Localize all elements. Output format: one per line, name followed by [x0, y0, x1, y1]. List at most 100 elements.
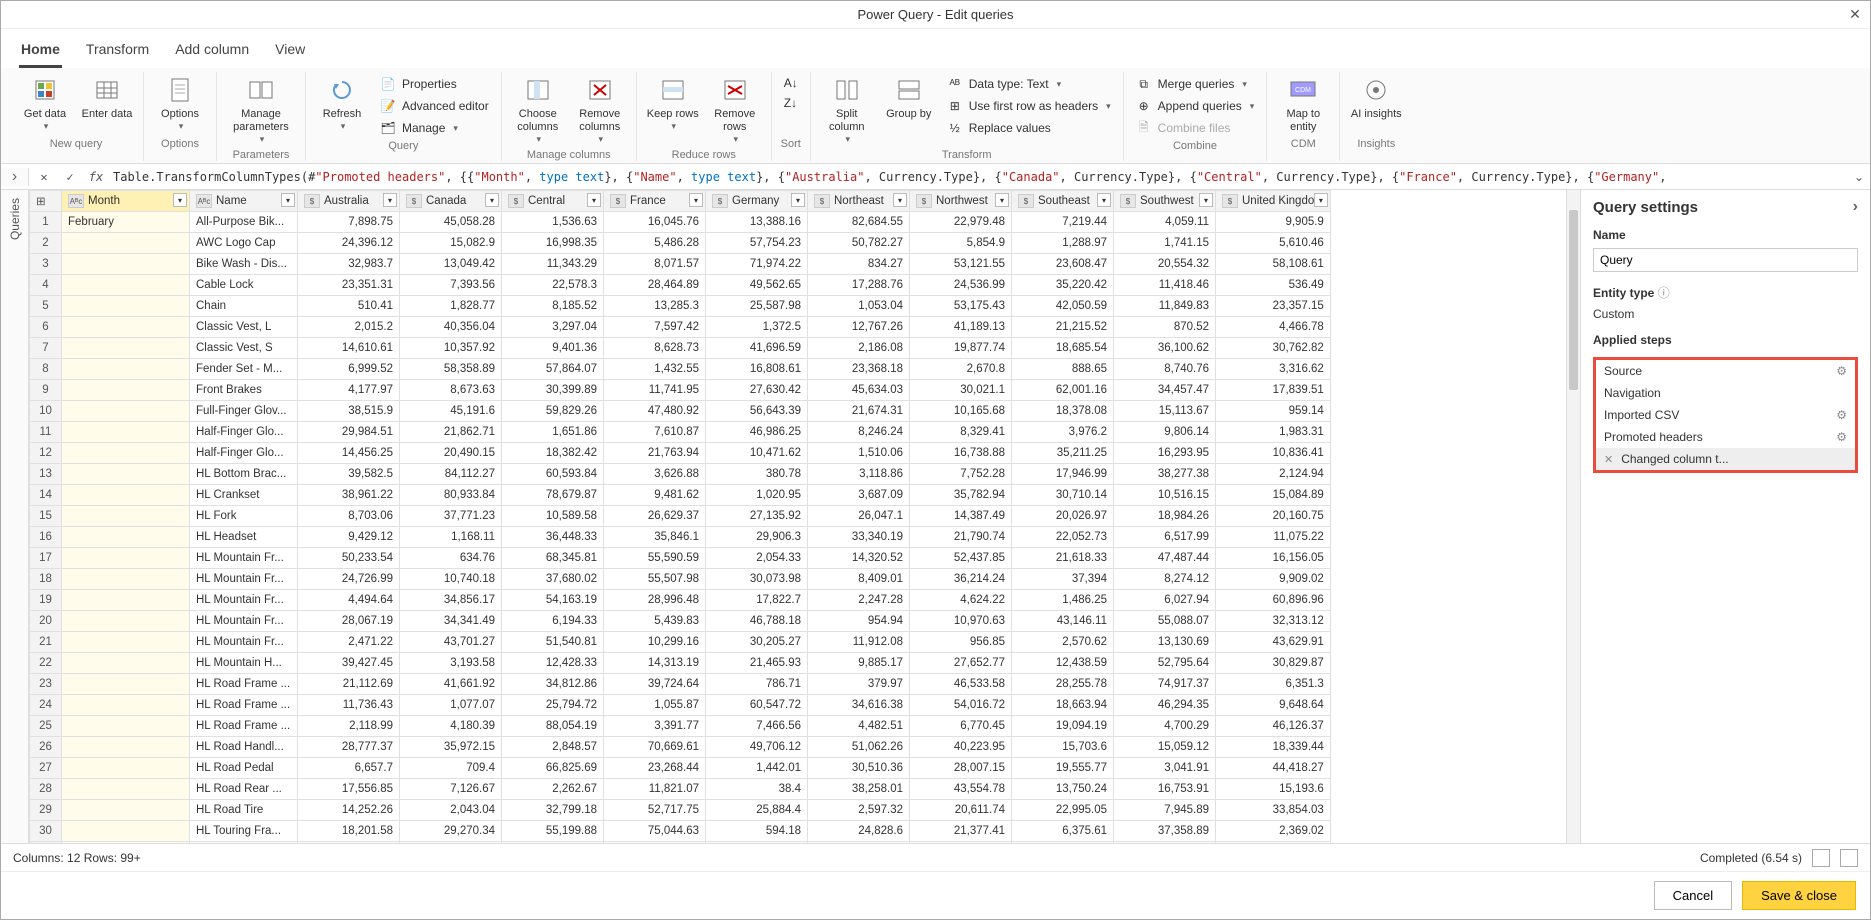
query-name-input[interactable] — [1593, 248, 1858, 272]
cell[interactable]: HL Headset — [190, 527, 298, 548]
cell[interactable]: 10,357.92 — [400, 338, 502, 359]
cell[interactable]: 1,168.11 — [400, 527, 502, 548]
table-row[interactable]: 26HL Road Handl...28,777.3735,972.152,84… — [30, 737, 1331, 758]
cell[interactable]: 30,510.36 — [808, 758, 910, 779]
sort-desc-button[interactable]: Z↓ — [780, 94, 802, 112]
cell[interactable]: HL Touring Fra... — [190, 842, 298, 843]
cell[interactable]: 15,082.9 — [400, 233, 502, 254]
cell[interactable]: 786.71 — [706, 674, 808, 695]
cell[interactable]: HL Road Handl... — [190, 737, 298, 758]
cell[interactable]: 20,490.15 — [400, 443, 502, 464]
cell[interactable]: 2,471.22 — [298, 632, 400, 653]
cell[interactable]: 39,582.5 — [298, 464, 400, 485]
table-row[interactable]: 12Half-Finger Glo...14,456.2520,490.1518… — [30, 443, 1331, 464]
cell[interactable]: 28,777.37 — [298, 737, 400, 758]
cell[interactable]: 47,480.92 — [604, 401, 706, 422]
row-number[interactable]: 25 — [30, 716, 62, 737]
cell[interactable] — [62, 716, 190, 737]
cell[interactable]: 44,418.27 — [1216, 758, 1331, 779]
cell[interactable]: 7,126.67 — [400, 779, 502, 800]
cell[interactable]: 1,828.77 — [400, 296, 502, 317]
cell[interactable]: 70,669.61 — [604, 737, 706, 758]
cell[interactable]: 10,471.62 — [706, 443, 808, 464]
column-header-southwest[interactable]: $Southwest▾ — [1114, 191, 1216, 212]
cell[interactable] — [62, 275, 190, 296]
cell[interactable]: 11,075.22 — [1216, 527, 1331, 548]
table-row[interactable]: 23HL Road Frame ...21,112.6941,661.9234,… — [30, 674, 1331, 695]
cell[interactable]: 34,850.69 — [502, 842, 604, 843]
tab-view[interactable]: View — [273, 35, 307, 68]
cell[interactable]: 2,124.94 — [1216, 464, 1331, 485]
cell[interactable] — [62, 653, 190, 674]
row-number[interactable]: 13 — [30, 464, 62, 485]
info-icon[interactable]: ⓘ — [1658, 286, 1670, 300]
cell[interactable]: 634.76 — [400, 548, 502, 569]
cell[interactable]: 51,540.81 — [502, 632, 604, 653]
cell[interactable]: Front Brakes — [190, 380, 298, 401]
cell[interactable]: 52,795.64 — [1114, 653, 1216, 674]
cell[interactable] — [62, 422, 190, 443]
collapse-settings-icon[interactable] — [1853, 198, 1858, 216]
cell[interactable]: 18,663.94 — [1012, 695, 1114, 716]
cell[interactable]: 22,052.73 — [1012, 527, 1114, 548]
row-number[interactable]: 23 — [30, 674, 62, 695]
cell[interactable]: 55,088.07 — [1114, 611, 1216, 632]
cell[interactable]: 30,399.89 — [502, 380, 604, 401]
row-number[interactable]: 18 — [30, 569, 62, 590]
options-button[interactable]: Options — [152, 74, 208, 134]
manage-parameters-button[interactable]: Manage parameters — [225, 74, 297, 147]
cell[interactable]: 26,629.37 — [604, 506, 706, 527]
cell[interactable]: 9,401.36 — [502, 338, 604, 359]
cell[interactable]: 14,252.26 — [298, 800, 400, 821]
cell[interactable]: 60,896.96 — [1216, 590, 1331, 611]
cell[interactable]: 2,597.32 — [808, 800, 910, 821]
type-icon[interactable]: Aᴮc — [68, 194, 84, 208]
row-number[interactable]: 31 — [30, 842, 62, 843]
cell[interactable]: 37,771.23 — [400, 506, 502, 527]
view-mode-2-icon[interactable] — [1840, 849, 1858, 867]
row-number[interactable]: 16 — [30, 527, 62, 548]
cell[interactable]: 55,507.98 — [604, 569, 706, 590]
cell[interactable]: 12,387.13 — [1216, 842, 1331, 843]
cell[interactable]: 25,587.98 — [706, 296, 808, 317]
cell[interactable]: Fender Set - M... — [190, 359, 298, 380]
cell[interactable]: 20,026.97 — [1012, 506, 1114, 527]
cell[interactable]: 37,358.89 — [1114, 821, 1216, 842]
cell[interactable]: 34,812.86 — [502, 674, 604, 695]
cell[interactable]: 18,339.44 — [1216, 737, 1331, 758]
cell[interactable]: 55,199.88 — [502, 821, 604, 842]
cell[interactable]: 26,047.1 — [808, 506, 910, 527]
cell[interactable]: 9,909.02 — [1216, 569, 1331, 590]
cell[interactable]: 1,651.86 — [502, 422, 604, 443]
replace-values-button[interactable]: ½Replace values — [943, 118, 1115, 138]
cell[interactable]: 28,996.48 — [604, 590, 706, 611]
filter-icon[interactable]: ▾ — [587, 193, 601, 207]
cell[interactable]: 23,368.18 — [808, 359, 910, 380]
table-row[interactable]: 1FebruaryAll-Purpose Bik...7,898.7545,05… — [30, 212, 1331, 233]
cell[interactable]: 46,788.18 — [706, 611, 808, 632]
cell[interactable] — [62, 779, 190, 800]
cell[interactable]: 22,979.48 — [910, 212, 1012, 233]
cell[interactable]: 30,829.87 — [1216, 653, 1331, 674]
manage-query-button[interactable]: 🗂Manage — [376, 118, 493, 138]
cell[interactable]: 2,848.57 — [502, 737, 604, 758]
cell[interactable]: 2,247.28 — [808, 590, 910, 611]
cell[interactable]: 959.14 — [1216, 401, 1331, 422]
cell[interactable]: 7,466.56 — [706, 716, 808, 737]
formula-commit-icon[interactable]: ✓ — [61, 170, 79, 184]
table-row[interactable]: 31HL Touring Fra...59,070.9672,458.9734,… — [30, 842, 1331, 843]
cell[interactable] — [62, 632, 190, 653]
cell[interactable]: 75,044.63 — [604, 821, 706, 842]
applied-step[interactable]: ✕Changed column t... — [1596, 448, 1855, 470]
table-row[interactable]: 8Fender Set - M...6,999.5258,358.8957,86… — [30, 359, 1331, 380]
cell[interactable]: 6,351.3 — [1216, 674, 1331, 695]
cell[interactable] — [62, 737, 190, 758]
cell[interactable]: 17,822.7 — [706, 590, 808, 611]
cell[interactable]: 13,388.16 — [706, 212, 808, 233]
table-row[interactable]: 27HL Road Pedal6,657.7709.466,825.6923,2… — [30, 758, 1331, 779]
type-icon[interactable]: $ — [610, 194, 626, 208]
cell[interactable]: 32,983.7 — [298, 254, 400, 275]
cell[interactable]: 24,828.6 — [808, 821, 910, 842]
data-type-button[interactable]: ᴬᴮData type: Text — [943, 74, 1115, 94]
cell[interactable]: 27,135.92 — [706, 506, 808, 527]
